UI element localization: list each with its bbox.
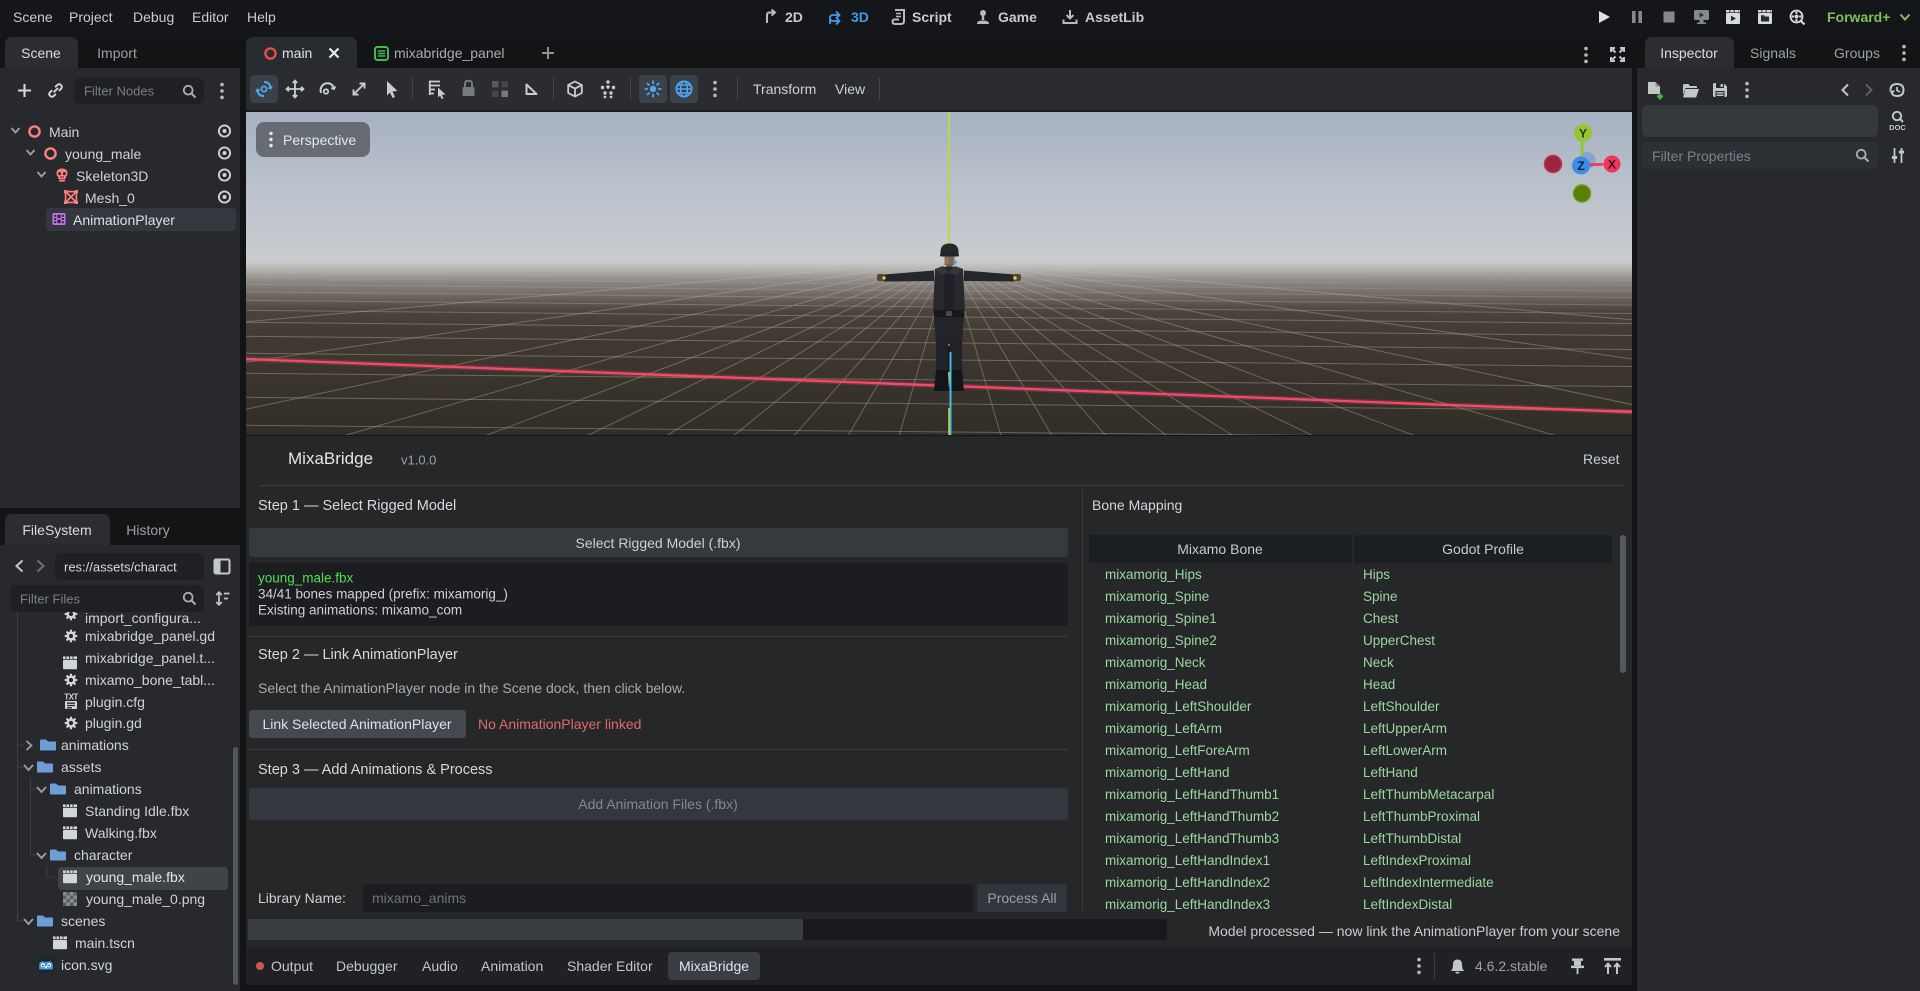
svg-text:mixamorig_Spine2: mixamorig_Spine2 (1105, 633, 1217, 648)
svg-text:mixabridge_panel.gd: mixabridge_panel.gd (85, 628, 215, 644)
svg-text:Head: Head (1363, 677, 1395, 692)
svg-text:Hips: Hips (1363, 567, 1390, 582)
svg-text:LeftShoulder: LeftShoulder (1363, 699, 1440, 714)
svg-text:LeftLowerArm: LeftLowerArm (1363, 743, 1447, 758)
svg-text:DOC: DOC (1889, 123, 1906, 132)
svg-text:mixamorig_LeftHandIndex2: mixamorig_LeftHandIndex2 (1105, 875, 1270, 890)
svg-text:Neck: Neck (1363, 655, 1394, 670)
svg-text:young_male.fbx: young_male.fbx (86, 869, 185, 885)
svg-text:LeftThumbProximal: LeftThumbProximal (1363, 809, 1480, 824)
svg-text:mixamorig_LeftArm: mixamorig_LeftArm (1105, 721, 1222, 736)
svg-text:UpperChest: UpperChest (1363, 633, 1435, 648)
svg-text:mixamorig_LeftForeArm: mixamorig_LeftForeArm (1105, 743, 1250, 758)
svg-text:mixamorig_LeftHand: mixamorig_LeftHand (1105, 765, 1230, 780)
svg-text:LeftThumbMetacarpal: LeftThumbMetacarpal (1363, 787, 1494, 802)
svg-text:Spine: Spine (1363, 589, 1398, 604)
svg-text:X: X (1608, 158, 1616, 172)
svg-text:plugin.gd: plugin.gd (85, 715, 142, 731)
svg-text:animations: animations (74, 781, 142, 797)
svg-text:mixamorig_LeftHandThumb3: mixamorig_LeftHandThumb3 (1105, 831, 1279, 846)
svg-text:icon.svg: icon.svg (61, 957, 112, 973)
svg-text:mixamorig_LeftShoulder: mixamorig_LeftShoulder (1105, 699, 1252, 714)
svg-text:character: character (74, 847, 133, 863)
svg-text:LeftIndexIntermediate: LeftIndexIntermediate (1363, 875, 1494, 890)
svg-text:main.tscn: main.tscn (75, 935, 135, 951)
svg-text:mixamorig_Spine: mixamorig_Spine (1105, 589, 1209, 604)
svg-text:LeftUpperArm: LeftUpperArm (1363, 721, 1447, 736)
svg-text:mixamorig_LeftHandThumb2: mixamorig_LeftHandThumb2 (1105, 809, 1279, 824)
svg-text:assets: assets (61, 759, 101, 775)
svg-text:animations: animations (61, 737, 129, 753)
svg-text:mixamorig_LeftHandThumb1: mixamorig_LeftHandThumb1 (1105, 787, 1279, 802)
svg-text:mixamorig_Hips: mixamorig_Hips (1105, 567, 1202, 582)
svg-text:scenes: scenes (61, 913, 105, 929)
svg-text:mixamorig_LeftHandIndex1: mixamorig_LeftHandIndex1 (1105, 853, 1270, 868)
svg-text:import_configura...: import_configura... (85, 612, 201, 626)
svg-text:plugin.cfg: plugin.cfg (85, 694, 145, 710)
svg-text:Walking.fbx: Walking.fbx (85, 825, 157, 841)
svg-text:young_male_0.png: young_male_0.png (86, 891, 205, 907)
svg-text:mixamorig_LeftHandIndex3: mixamorig_LeftHandIndex3 (1105, 897, 1270, 912)
svg-text:LeftIndexDistal: LeftIndexDistal (1363, 897, 1452, 912)
svg-text:mixamo_bone_tabl...: mixamo_bone_tabl... (85, 672, 215, 688)
svg-text:mixamorig_Neck: mixamorig_Neck (1105, 655, 1206, 670)
svg-text:mixabridge_panel.t...: mixabridge_panel.t... (85, 650, 215, 666)
svg-text:mixamorig_Head: mixamorig_Head (1105, 677, 1207, 692)
svg-text:Chest: Chest (1363, 611, 1399, 626)
svg-text:Z: Z (1577, 159, 1584, 173)
svg-text:TXT: TXT (64, 693, 78, 702)
svg-text:LeftHand: LeftHand (1363, 765, 1418, 780)
svg-text:Standing Idle.fbx: Standing Idle.fbx (85, 803, 189, 819)
svg-text:Y: Y (1579, 127, 1587, 141)
svg-text:LeftThumbDistal: LeftThumbDistal (1363, 831, 1461, 846)
svg-text:LeftIndexProximal: LeftIndexProximal (1363, 853, 1471, 868)
svg-text:mixamorig_Spine1: mixamorig_Spine1 (1105, 611, 1217, 626)
